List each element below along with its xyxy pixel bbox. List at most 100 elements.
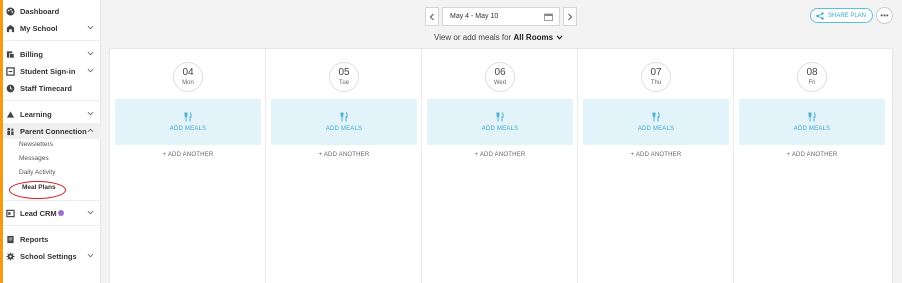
day-column: 04 Mon ADD MEALS + ADD ANOTHER [110, 49, 266, 283]
day-name: Thu [650, 80, 662, 86]
add-another-link[interactable]: + ADD ANOTHER [422, 152, 578, 158]
add-meals-button[interactable]: ADD MEALS [115, 99, 261, 145]
sidebar-item-billing[interactable]: Billing [3, 46, 101, 62]
sidebar-item-parent-connection[interactable]: Parent Connection [3, 123, 101, 139]
chevron-up-icon[interactable] [87, 127, 94, 134]
sidebar-subitem-daily-activity[interactable]: Daily Activity [19, 169, 55, 176]
sidebar-item-label: Reports [20, 234, 49, 244]
sidebar-item-lead-crm[interactable]: Lead CRM [3, 205, 101, 221]
sidebar-item-label: Learning [20, 109, 52, 119]
sidebar-item-label: School Settings [20, 251, 77, 261]
sidebar-item-student-sign-in[interactable]: Student Sign-in [3, 63, 101, 79]
family-icon [6, 127, 15, 136]
utensils-icon [340, 112, 348, 122]
billing-icon [6, 50, 15, 59]
room-selector[interactable]: All Rooms [513, 33, 553, 42]
sidebar-item-learning[interactable]: Learning [3, 106, 101, 122]
share-plan-label: SHARE PLAN [828, 12, 867, 19]
date-navigator: May 4 - May 10 [425, 7, 577, 26]
clock-icon [6, 84, 15, 93]
day-name: Mon [182, 80, 194, 86]
learning-icon [6, 110, 15, 119]
day-date-badge: 07 Thu [641, 62, 671, 92]
divider [3, 225, 101, 226]
divider [3, 100, 101, 101]
date-range-text: May 4 - May 10 [450, 13, 499, 20]
add-meals-button[interactable]: ADD MEALS [583, 99, 729, 145]
add-another-link[interactable]: + ADD ANOTHER [110, 152, 266, 158]
reports-icon [6, 235, 15, 244]
sidebar-item-dashboard[interactable]: Dashboard [3, 3, 101, 19]
share-plan-button[interactable]: SHARE PLAN [810, 8, 873, 23]
prev-week-button[interactable] [425, 7, 439, 26]
divider [3, 40, 101, 41]
day-date-badge: 04 Mon [173, 62, 203, 92]
add-meals-label: ADD MEALS [637, 126, 675, 132]
chevron-down-icon[interactable] [87, 252, 94, 259]
add-meals-label: ADD MEALS [793, 126, 831, 132]
day-date-badge: 05 Tue [329, 62, 359, 92]
sidebar-item-staff-timecard[interactable]: Staff Timecard [3, 80, 101, 96]
sidebar-item-label: My School [20, 23, 58, 33]
signin-icon [6, 66, 15, 76]
add-another-link[interactable]: + ADD ANOTHER [734, 152, 890, 158]
date-range-picker[interactable]: May 4 - May 10 [442, 7, 560, 26]
day-name: Fri [808, 80, 816, 86]
day-number: 06 [494, 67, 506, 78]
chevron-right-icon [568, 13, 573, 20]
add-meals-button[interactable]: ADD MEALS [739, 99, 885, 145]
chevron-down-icon[interactable] [87, 24, 94, 31]
add-meals-label: ADD MEALS [481, 126, 519, 132]
add-another-link[interactable]: + ADD ANOTHER [578, 152, 734, 158]
annotation-circle [9, 181, 66, 199]
more-icon: ••• [880, 10, 889, 20]
utensils-icon [184, 112, 192, 122]
day-column: 08 Fri ADD MEALS + ADD ANOTHER [734, 49, 890, 283]
divider [3, 200, 101, 201]
crm-icon [6, 209, 15, 218]
day-column: 05 Tue ADD MEALS + ADD ANOTHER [266, 49, 422, 283]
add-meals-label: ADD MEALS [169, 126, 207, 132]
day-number: 07 [650, 67, 662, 78]
chevron-down-icon[interactable] [87, 209, 94, 216]
add-meals-button[interactable]: ADD MEALS [271, 99, 417, 145]
day-number: 05 [338, 67, 350, 78]
sidebar-item-my-school[interactable]: My School [3, 20, 101, 36]
day-name: Wed [493, 80, 507, 86]
sidebar-subitem-messages[interactable]: Messages [19, 155, 49, 162]
chevron-left-icon [429, 13, 434, 20]
sidebar-item-label: Staff Timecard [20, 83, 72, 93]
utensils-icon [808, 112, 816, 122]
caret-down-icon[interactable] [556, 35, 563, 40]
sidebar-item-label: Dashboard [20, 6, 60, 16]
sidebar-item-label: Lead CRM [20, 208, 57, 218]
chevron-down-icon[interactable] [87, 67, 94, 74]
sidebar-item-label: Parent Connection [20, 126, 87, 136]
add-another-link[interactable]: + ADD ANOTHER [266, 152, 422, 158]
utensils-icon [652, 112, 660, 122]
add-meals-button[interactable]: ADD MEALS [427, 99, 573, 145]
room-filter-prefix: View or add meals for [434, 33, 512, 42]
sidebar: Dashboard My School Billing Student Sign… [3, 0, 101, 283]
next-week-button[interactable] [563, 7, 577, 26]
sidebar-item-reports[interactable]: Reports [3, 231, 101, 247]
day-name: Tue [338, 80, 350, 86]
day-column: 06 Wed ADD MEALS + ADD ANOTHER [422, 49, 578, 283]
crm-badge-icon [57, 210, 64, 216]
chevron-down-icon[interactable] [87, 110, 94, 117]
sidebar-item-school-settings[interactable]: School Settings [3, 248, 101, 264]
add-meals-label: ADD MEALS [325, 126, 363, 132]
day-number: 08 [806, 67, 818, 78]
share-icon [816, 11, 824, 20]
more-options-button[interactable]: ••• [876, 7, 893, 24]
utensils-icon [496, 112, 504, 122]
week-calendar: 04 Mon ADD MEALS + ADD ANOTHER 05 Tue AD… [109, 48, 893, 283]
room-filter: View or add meals for All Rooms [434, 33, 563, 42]
sidebar-item-label: Billing [20, 49, 43, 59]
day-column: 07 Thu ADD MEALS + ADD ANOTHER [578, 49, 734, 283]
chevron-down-icon[interactable] [87, 50, 94, 57]
palette-icon [6, 6, 15, 16]
sidebar-subitem-newsletters[interactable]: Newsletters [19, 141, 53, 148]
day-date-badge: 06 Wed [485, 62, 515, 92]
calendar-icon [544, 13, 553, 21]
